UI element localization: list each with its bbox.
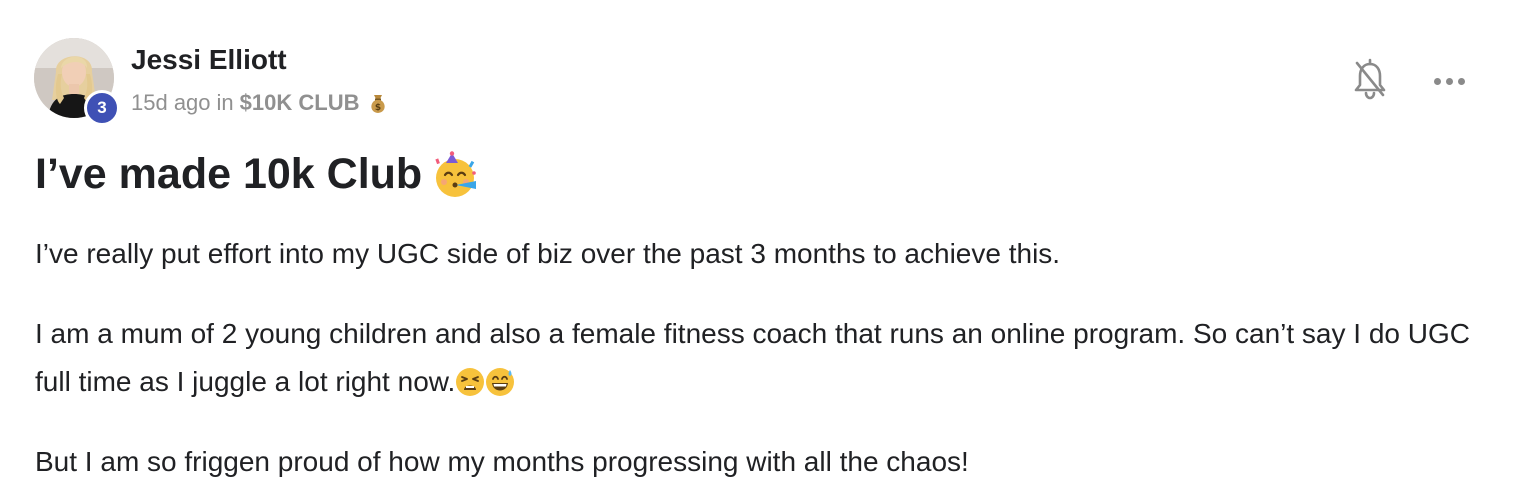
post-paragraph-2: I am a mum of 2 young children and also … [35, 310, 1495, 406]
partying-face-emoji-icon [432, 150, 480, 199]
author-name[interactable]: Jessi Elliott [131, 44, 287, 76]
meta-in-word: in [216, 90, 234, 115]
post-paragraph-3: But I am so friggen proud of how my mont… [35, 446, 969, 477]
notification-toggle-button[interactable] [1350, 58, 1390, 104]
more-options-button[interactable] [1428, 66, 1470, 96]
author-avatar-wrap[interactable]: 3 [34, 38, 120, 126]
tired-face-emoji-icon [455, 364, 485, 396]
post-paragraph-2-text: I am a mum of 2 young children and also … [35, 318, 1470, 397]
more-horizontal-icon [1433, 77, 1441, 85]
category-link[interactable]: $10K CLUB [240, 90, 360, 116]
post-card: 3 Jessi Elliott 15d ago in $10K CLUB $ I… [0, 0, 1532, 498]
bell-off-icon [1352, 58, 1388, 105]
more-dot [1445, 77, 1453, 85]
post-meta: 15d ago in $10K CLUB $ [131, 90, 387, 116]
post-paragraph-1: I’ve really put effort into my UGC side … [35, 238, 1061, 269]
more-dot [1457, 77, 1465, 85]
grinning-sweat-emoji-icon [485, 364, 515, 396]
post-title: I’ve made 10k Club [35, 150, 480, 199]
post-title-text: I’ve made 10k Club [35, 150, 423, 198]
svg-text:$: $ [375, 103, 381, 113]
level-badge: 3 [84, 90, 120, 126]
post-time: 15d ago [131, 90, 211, 115]
money-bag-icon: $ [369, 92, 387, 114]
